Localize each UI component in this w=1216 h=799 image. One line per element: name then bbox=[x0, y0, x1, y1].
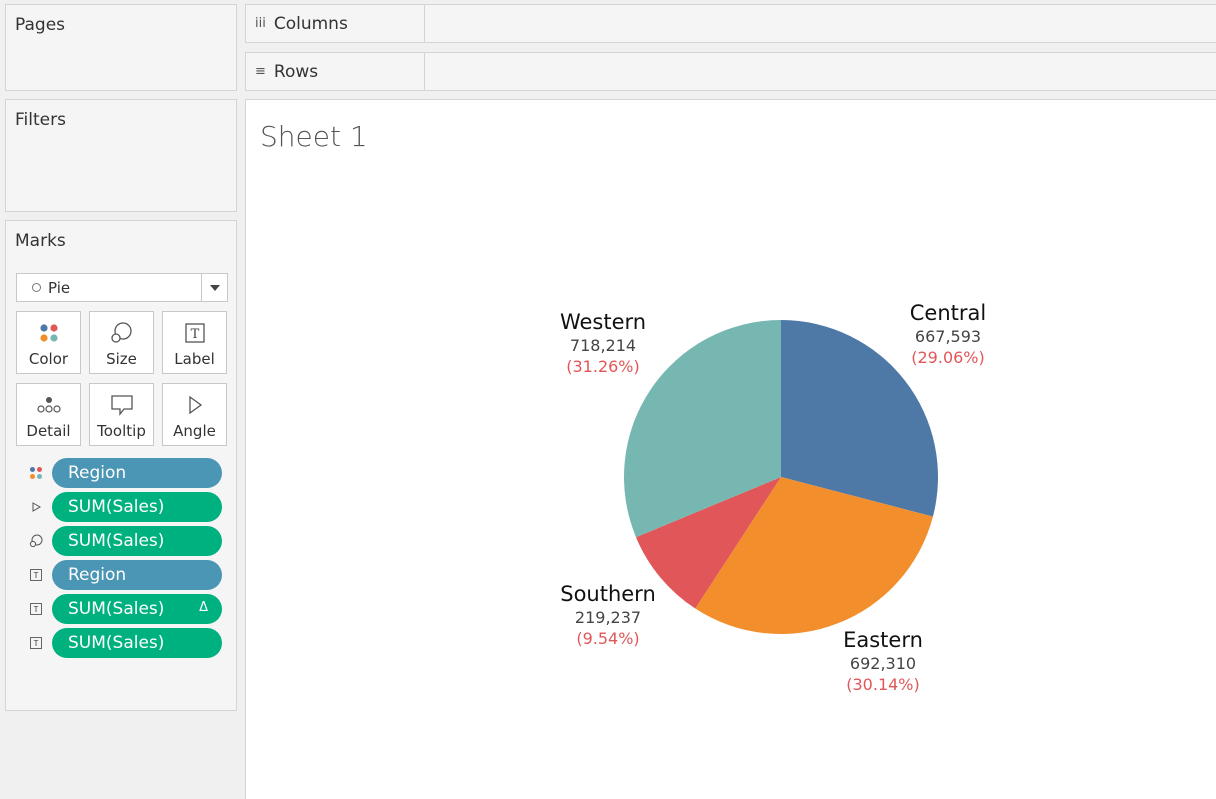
slice-percent: (9.54%) bbox=[576, 629, 640, 648]
angle-button[interactable]: Angle bbox=[162, 383, 227, 446]
pill-label: Region bbox=[68, 463, 127, 483]
mark-type-value: Pie bbox=[48, 278, 71, 297]
slice-label-southern: Southern 219,237 (9.54%) bbox=[548, 582, 668, 648]
color-button[interactable]: Color bbox=[16, 311, 81, 374]
sales-label-pill[interactable]: SUM(Sales) bbox=[52, 628, 222, 658]
sales-angle-pill[interactable]: SUM(Sales) bbox=[52, 492, 222, 522]
filters-title: Filters bbox=[15, 110, 66, 130]
label-t-icon: T bbox=[29, 568, 43, 582]
size-icon bbox=[29, 534, 43, 548]
columns-label: Columns bbox=[273, 13, 348, 34]
angle-button-label: Angle bbox=[173, 422, 216, 440]
marks-title: Marks bbox=[15, 231, 66, 251]
tooltip-icon bbox=[110, 388, 134, 422]
color-dots-icon bbox=[38, 316, 60, 350]
slice-name: Central bbox=[909, 301, 987, 325]
pages-card[interactable]: Pages bbox=[5, 4, 237, 91]
pages-title: Pages bbox=[15, 15, 66, 35]
pie-chart bbox=[624, 320, 939, 634]
pill-label: SUM(Sales) bbox=[68, 633, 165, 653]
slice-value: 219,237 bbox=[574, 608, 642, 627]
slice-label-eastern: Eastern 692,310 (30.14%) bbox=[828, 628, 938, 694]
detail-dots-icon bbox=[36, 388, 62, 422]
label-t-icon: T bbox=[29, 602, 43, 616]
slice-name: Eastern bbox=[843, 628, 923, 652]
sales-size-pill[interactable]: SUM(Sales) bbox=[52, 526, 222, 556]
slice-name: Southern bbox=[560, 582, 656, 606]
pie-icon bbox=[32, 283, 41, 292]
pill-label: SUM(Sales) bbox=[68, 599, 165, 619]
pill-label: Region bbox=[68, 565, 127, 585]
detail-button[interactable]: Detail bbox=[16, 383, 81, 446]
label-button-label: Label bbox=[174, 350, 215, 368]
detail-button-label: Detail bbox=[26, 422, 71, 440]
region-color-pill[interactable]: Region bbox=[52, 458, 222, 488]
mark-type-dropdown[interactable]: Pie bbox=[16, 273, 228, 302]
label-t-icon: T bbox=[29, 636, 43, 650]
slice-label-central: Central 667,593 (29.06%) bbox=[893, 301, 1003, 367]
region-label-pill[interactable]: Region bbox=[52, 560, 222, 590]
color-button-label: Color bbox=[28, 350, 69, 368]
rows-icon: ≡ bbox=[255, 64, 266, 79]
rows-label: Rows bbox=[273, 61, 319, 82]
label-t-icon: T bbox=[184, 316, 206, 350]
slice-percent: (30.14%) bbox=[846, 675, 920, 694]
size-icon bbox=[110, 316, 134, 350]
table-calc-delta-icon: Δ bbox=[199, 600, 208, 615]
angle-icon bbox=[184, 388, 206, 422]
columns-shelf[interactable]: iii Columns bbox=[245, 4, 1216, 43]
slice-label-western: Western 718,214 (31.26%) bbox=[548, 310, 658, 376]
angle-icon bbox=[29, 500, 43, 514]
svg-text:T: T bbox=[190, 327, 199, 342]
slice-percent: (31.26%) bbox=[566, 357, 640, 376]
marks-field-row: T SUM(Sales) bbox=[6, 628, 236, 658]
size-button[interactable]: Size bbox=[89, 311, 154, 374]
tooltip-button-label: Tooltip bbox=[97, 422, 146, 440]
marks-field-row: T SUM(Sales) Δ bbox=[6, 594, 236, 624]
columns-icon: iii bbox=[255, 16, 266, 31]
filters-card[interactable]: Filters bbox=[5, 99, 237, 212]
marks-card: Marks Pie Color Size T Label Detail Tool… bbox=[5, 220, 237, 711]
marks-field-row: Region bbox=[6, 458, 236, 488]
label-button[interactable]: T Label bbox=[162, 311, 227, 374]
rows-shelf[interactable]: ≡ Rows bbox=[245, 52, 1216, 91]
sales-label-pill-table-calc[interactable]: SUM(Sales) Δ bbox=[52, 594, 222, 624]
pill-label: SUM(Sales) bbox=[68, 497, 165, 517]
columns-shelf-label: iii Columns bbox=[246, 5, 425, 42]
chevron-down-icon[interactable] bbox=[201, 274, 227, 301]
marks-field-row: T Region bbox=[6, 560, 236, 590]
marks-field-row: SUM(Sales) bbox=[6, 526, 236, 556]
color-dots-icon bbox=[29, 466, 43, 480]
slice-percent: (29.06%) bbox=[911, 348, 985, 367]
size-button-label: Size bbox=[106, 350, 137, 368]
pill-label: SUM(Sales) bbox=[68, 531, 165, 551]
slice-value: 692,310 bbox=[849, 654, 917, 673]
slice-name: Western bbox=[559, 310, 647, 334]
worksheet-view[interactable]: Sheet 1 Western 718,214 (31.26%) Central… bbox=[245, 99, 1216, 799]
rows-shelf-label: ≡ Rows bbox=[246, 53, 425, 90]
tooltip-button[interactable]: Tooltip bbox=[89, 383, 154, 446]
slice-value: 667,593 bbox=[914, 327, 982, 346]
marks-field-row: SUM(Sales) bbox=[6, 492, 236, 522]
slice-value: 718,214 bbox=[569, 336, 637, 355]
